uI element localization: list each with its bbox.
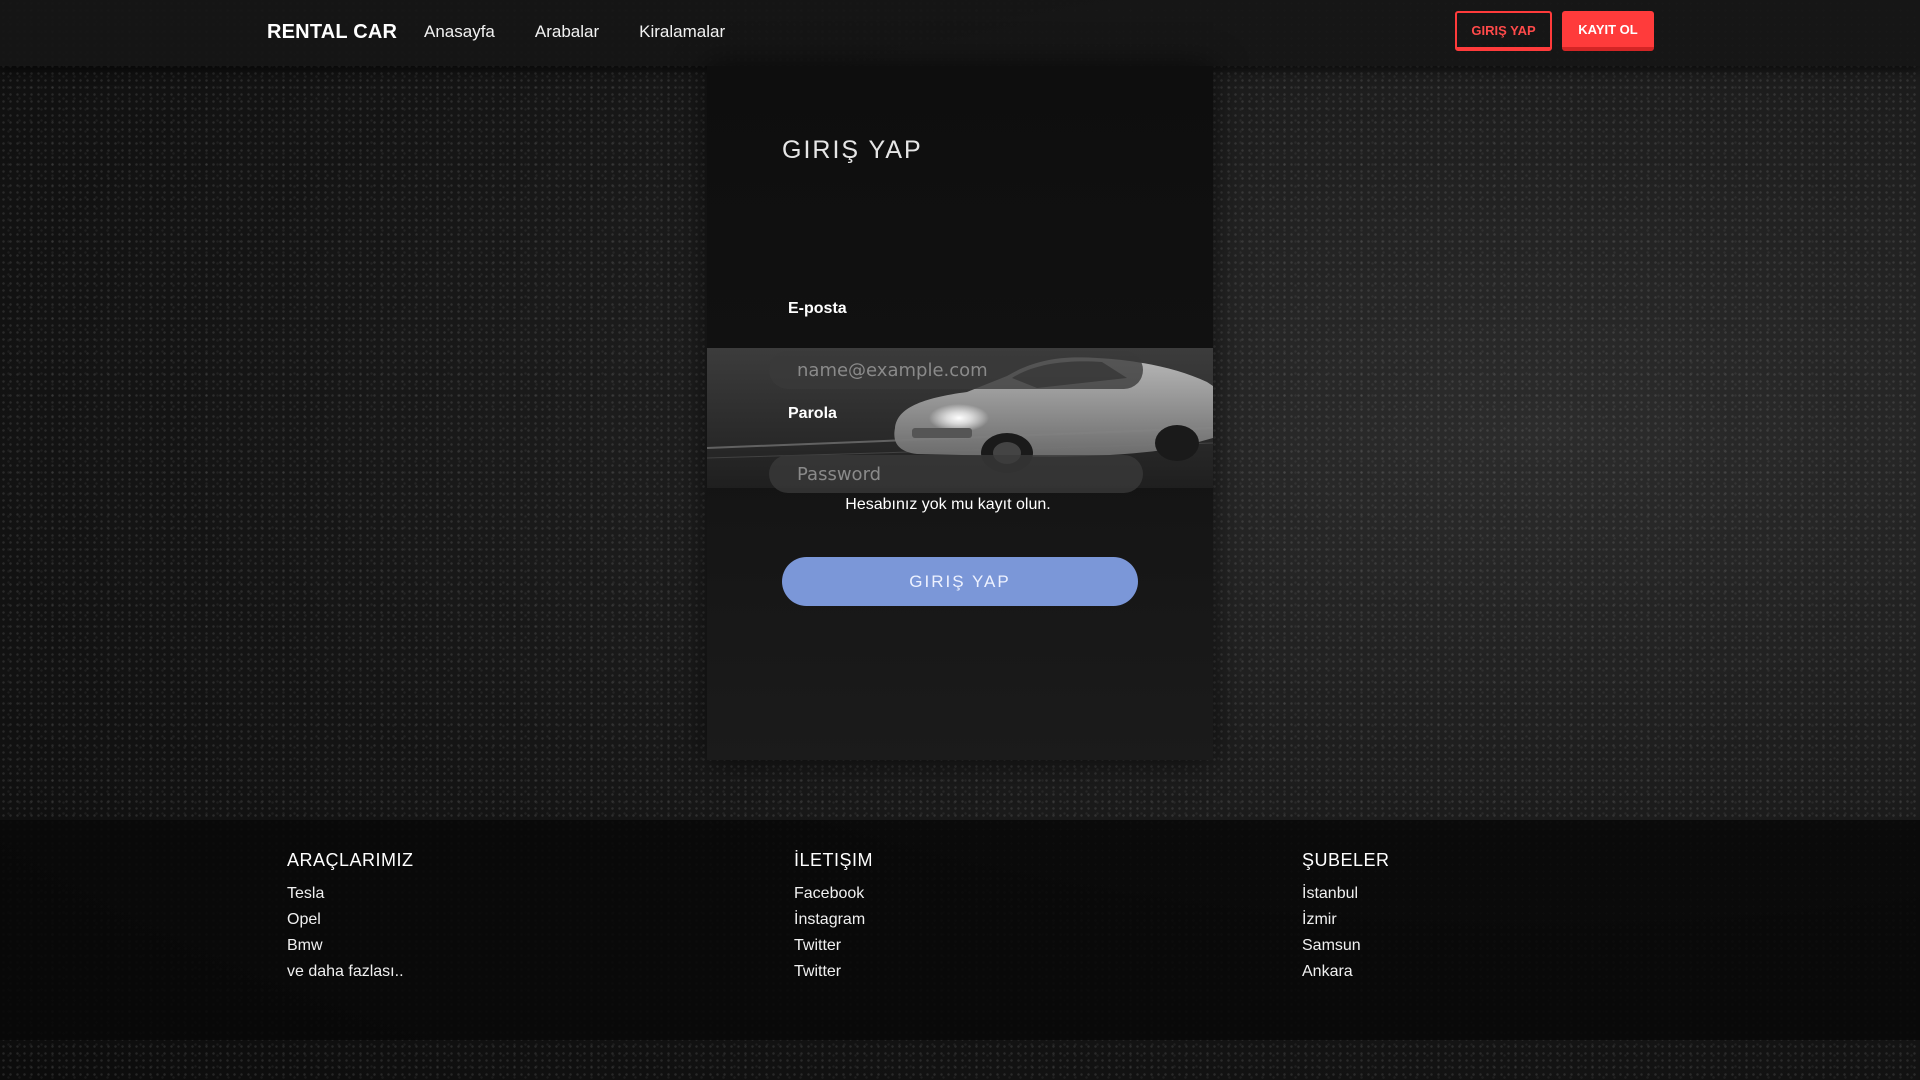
nav-link-anasayfa[interactable]: Anasayfa: [424, 22, 495, 42]
nav-links: Anasayfa Arabalar Kiralamalar: [424, 22, 725, 42]
nav-login-button[interactable]: GIRIŞ YAP: [1455, 11, 1552, 51]
footer-link-tesla[interactable]: Tesla: [287, 881, 414, 907]
footer-column-contact: İLETIŞIM Facebook İnstagram Twitter Twit…: [794, 850, 873, 985]
nav-link-kiralamalar[interactable]: Kiralamalar: [639, 22, 725, 42]
login-submit-button[interactable]: GIRIŞ YAP: [782, 557, 1138, 606]
footer-column-branches: ŞUBELER İstanbul İzmir Samsun Ankara: [1302, 850, 1390, 985]
brand-logo[interactable]: RENTAL CAR: [267, 21, 397, 44]
footer-link-twitter[interactable]: Twitter: [794, 933, 873, 959]
password-field[interactable]: [769, 455, 1143, 493]
footer-link-bmw[interactable]: Bmw: [287, 933, 414, 959]
password-label: Parola: [788, 405, 837, 422]
nav-link-arabalar[interactable]: Arabalar: [535, 22, 599, 42]
footer-column-vehicles: ARAÇLARIMIZ Tesla Opel Bmw ve daha fazla…: [287, 850, 414, 985]
footer-link-twitter-2[interactable]: Twitter: [794, 959, 873, 985]
footer: ARAÇLARIMIZ Tesla Opel Bmw ve daha fazla…: [0, 820, 1920, 1040]
footer-heading-contact: İLETIŞIM: [794, 850, 874, 870]
footer-heading-branches: ŞUBELER: [1302, 850, 1390, 870]
footer-link-izmir[interactable]: İzmir: [1302, 907, 1390, 933]
footer-link-opel[interactable]: Opel: [287, 907, 414, 933]
email-label: E-posta: [788, 300, 847, 317]
email-field[interactable]: [769, 351, 1143, 389]
footer-link-istanbul[interactable]: İstanbul: [1302, 881, 1390, 907]
footer-link-samsun[interactable]: Samsun: [1302, 933, 1390, 959]
login-title: GIRIŞ YAP: [782, 136, 923, 164]
footer-link-facebook[interactable]: Facebook: [794, 881, 873, 907]
nav-register-button[interactable]: KAYIT OL: [1562, 11, 1654, 51]
footer-link-more[interactable]: ve daha fazlası..: [287, 959, 414, 985]
footer-heading-vehicles: ARAÇLARIMIZ: [287, 850, 414, 870]
footer-link-ankara[interactable]: Ankara: [1302, 959, 1390, 985]
navbar: RENTAL CAR Anasayfa Arabalar Kiralamalar…: [0, 0, 1920, 66]
login-card: GIRIŞ YAP E-posta Parola Hesabınız yok m…: [707, 66, 1213, 760]
register-link[interactable]: Hesabınız yok mu kayıt olun.: [707, 496, 1189, 514]
footer-link-instagram[interactable]: İnstagram: [794, 907, 873, 933]
